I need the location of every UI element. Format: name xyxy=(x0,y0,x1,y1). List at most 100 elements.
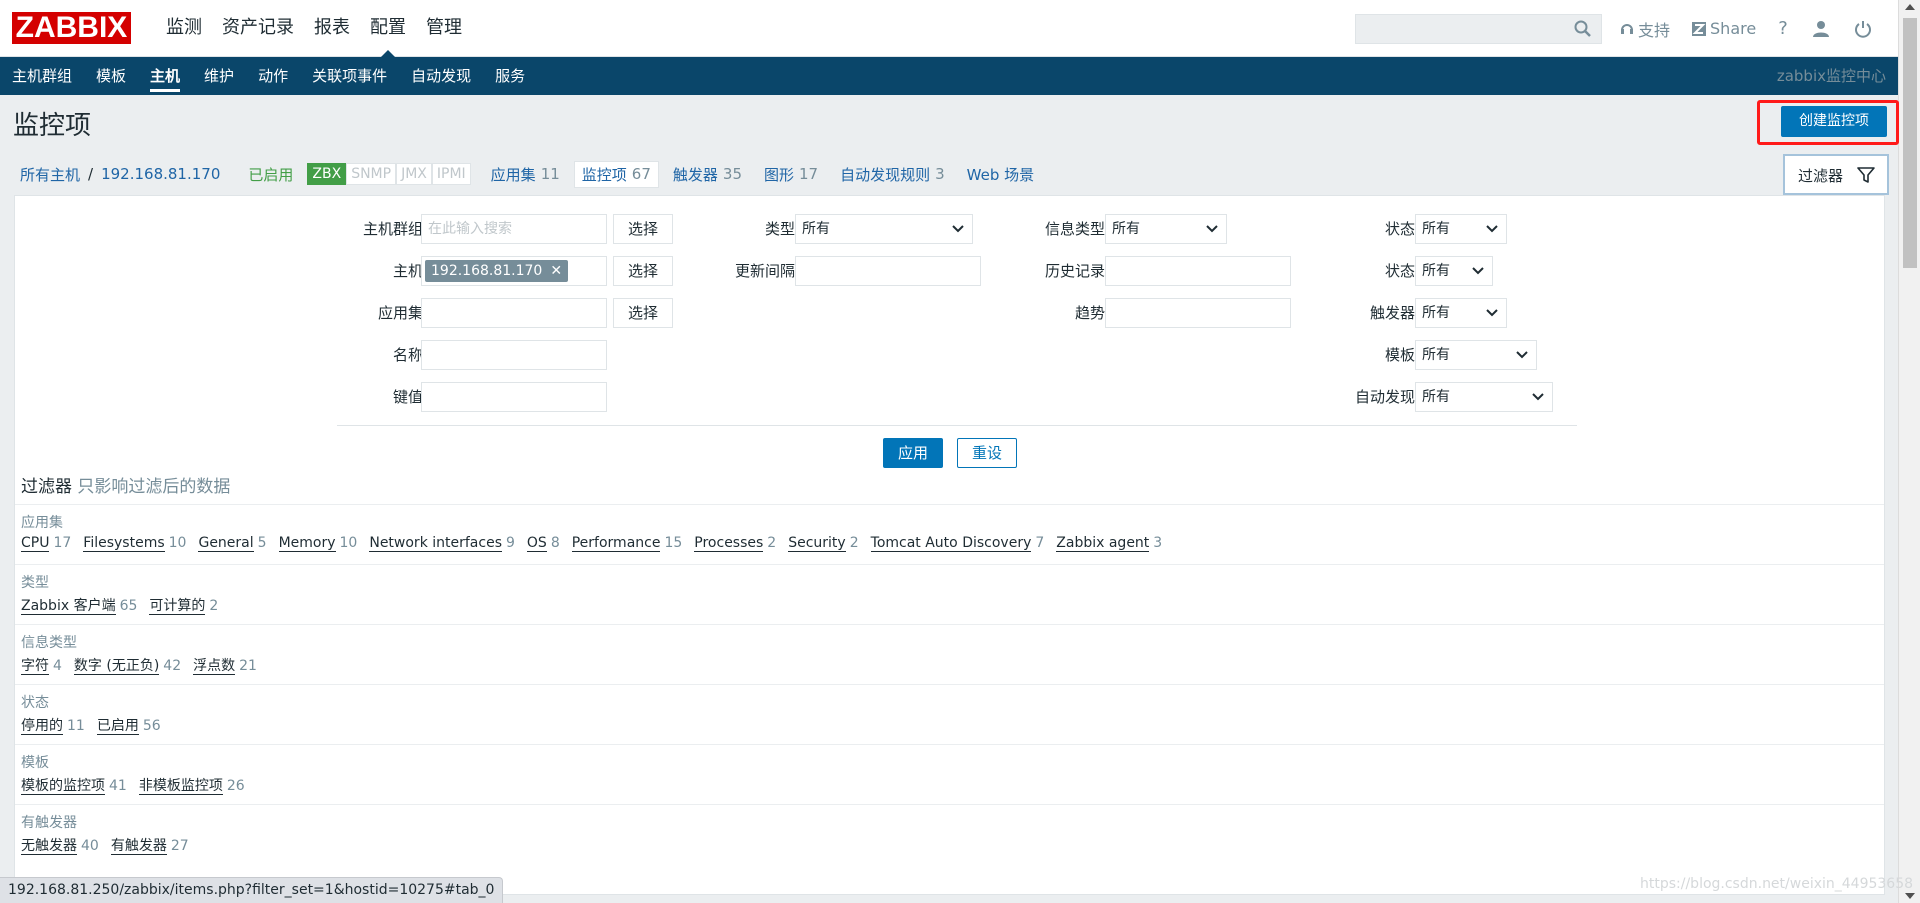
subfilter-item[interactable]: Filesystems 10 xyxy=(83,535,186,552)
status-label: 状态 xyxy=(1384,262,1415,280)
subfilter-title: 过滤器 xyxy=(21,477,72,497)
menu-reports[interactable]: 报表 xyxy=(304,0,360,57)
subfilter-item[interactable]: OS 8 xyxy=(526,535,560,552)
subfilter-item-label: 已启用 xyxy=(96,718,139,735)
scrollbar-thumb[interactable] xyxy=(1903,18,1917,268)
submenu-host-groups[interactable]: 主机群组 xyxy=(0,57,84,95)
headset-icon xyxy=(1621,23,1633,34)
tab-count: 67 xyxy=(631,165,651,183)
subfilter-item-count: 42 xyxy=(163,658,182,674)
triggers-select[interactable]: 所有 xyxy=(1415,298,1507,328)
subfilter-item-label: 字符 xyxy=(21,658,49,675)
subfilter-item[interactable]: Security 2 xyxy=(788,535,859,552)
user-profile-icon[interactable] xyxy=(1812,20,1830,38)
application-select-button[interactable]: 选择 xyxy=(613,298,673,328)
tab-items[interactable]: 监控项 67 xyxy=(573,160,659,188)
share-logo-icon xyxy=(1692,21,1707,36)
share-link[interactable]: Share xyxy=(1692,19,1756,38)
history-input[interactable] xyxy=(1105,256,1291,286)
template-select[interactable]: 所有 xyxy=(1415,340,1537,370)
interval-label: 更新间隔 xyxy=(734,262,795,280)
tab-label: 监控项 xyxy=(581,165,627,184)
scroll-down-icon[interactable] xyxy=(1905,893,1915,899)
subfilter-item[interactable]: 可计算的 2 xyxy=(149,595,218,615)
chevron-down-icon xyxy=(952,225,964,233)
support-link[interactable]: 支持 xyxy=(1620,17,1670,41)
state-select[interactable]: 所有 xyxy=(1415,214,1507,244)
submenu-discovery[interactable]: 自动发现 xyxy=(399,57,483,95)
subfilter-item[interactable]: Network interfaces 9 xyxy=(369,535,515,552)
hostgroup-input[interactable]: 在此输入搜索 xyxy=(421,214,607,244)
submenu-services[interactable]: 服务 xyxy=(483,57,537,95)
global-search-input[interactable] xyxy=(1355,14,1602,44)
subfilter-item-label: Memory xyxy=(278,535,336,552)
reset-button[interactable]: 重设 xyxy=(957,438,1017,468)
subfilter-item[interactable]: 字符 4 xyxy=(21,655,62,675)
tab-graphs[interactable]: 图形 17 xyxy=(764,164,818,185)
key-label: 键值 xyxy=(392,388,423,406)
subfilter-item[interactable]: Processes 2 xyxy=(694,535,777,552)
filter-tab[interactable]: 过滤器 xyxy=(1783,154,1889,195)
subfilter-item[interactable]: Zabbix 客户端 65 xyxy=(21,595,137,615)
interval-input[interactable] xyxy=(795,256,981,286)
application-label: 应用集 xyxy=(377,304,423,322)
host-status-enabled[interactable]: 已启用 xyxy=(248,164,293,185)
infotype-select[interactable]: 所有 xyxy=(1105,214,1227,244)
status-select[interactable]: 所有 xyxy=(1415,256,1493,286)
triggers-label: 触发器 xyxy=(1369,304,1415,322)
breadcrumb-host[interactable]: 192.168.81.170 xyxy=(101,165,220,183)
menu-monitoring[interactable]: 监测 xyxy=(156,0,212,57)
subfilter-item-label: 数字 (无正负) xyxy=(73,658,160,675)
availability-badges: ZBX SNMP JMX IPMI xyxy=(307,163,471,185)
search-icon[interactable] xyxy=(1573,19,1593,39)
subfilter-item[interactable]: 模板的监控项 41 xyxy=(21,775,127,795)
zabbix-logo[interactable]: ZABBIX xyxy=(12,12,131,44)
submenu-templates[interactable]: 模板 xyxy=(84,57,138,95)
subfilter-item[interactable]: 有触发器 27 xyxy=(110,835,189,855)
host-input[interactable]: 192.168.81.170 ✕ xyxy=(421,256,607,286)
menu-inventory[interactable]: 资产记录 xyxy=(212,0,304,57)
remove-chip-icon[interactable]: ✕ xyxy=(550,260,562,282)
discovery-select[interactable]: 所有 xyxy=(1415,382,1553,412)
signout-power-icon[interactable] xyxy=(1854,20,1872,38)
name-input[interactable] xyxy=(421,340,607,370)
menu-administration[interactable]: 管理 xyxy=(416,0,472,57)
subfilter-item[interactable]: 非模板监控项 26 xyxy=(138,775,245,795)
subfilter-item-label: CPU xyxy=(21,535,50,552)
subfilter-item[interactable]: 无触发器 40 xyxy=(21,835,99,855)
subfilter-item[interactable]: Zabbix agent 3 xyxy=(1056,535,1162,552)
menu-configuration[interactable]: 配置 xyxy=(360,0,416,57)
subfilter-item[interactable]: 停用的 11 xyxy=(21,715,85,735)
history-label: 历史记录 xyxy=(1044,262,1105,280)
subfilter-section-title: 模板 xyxy=(21,755,49,771)
subfilter-section-types: 类型 Zabbix 客户端 65 可计算的 2 xyxy=(15,564,1884,624)
subfilter-item[interactable]: General 5 xyxy=(198,535,267,552)
subfilter-items: 模板的监控项 41 非模板监控项 26 xyxy=(21,775,257,795)
tab-web-scenarios[interactable]: Web 场景 xyxy=(967,164,1034,185)
key-input[interactable] xyxy=(421,382,607,412)
subfilter-item[interactable]: Tomcat Auto Discovery 7 xyxy=(870,535,1044,552)
subfilter-item-count: 2 xyxy=(767,535,777,551)
create-item-button[interactable]: 创建监控项 xyxy=(1781,106,1887,137)
subfilter-item[interactable]: Memory 10 xyxy=(278,535,357,552)
subfilter-item[interactable]: CPU 17 xyxy=(21,535,71,552)
tab-triggers[interactable]: 触发器 35 xyxy=(673,164,742,185)
trends-input[interactable] xyxy=(1105,298,1291,328)
subfilter-item[interactable]: 数字 (无正负) 42 xyxy=(73,655,182,675)
subfilter-item[interactable]: 已启用 56 xyxy=(96,715,161,735)
application-input[interactable] xyxy=(421,298,607,328)
tab-applications[interactable]: 应用集 11 xyxy=(491,164,560,185)
submenu-hosts[interactable]: 主机 xyxy=(138,57,192,95)
breadcrumb-all-hosts[interactable]: 所有主机 xyxy=(20,164,80,185)
tab-discovery-rules[interactable]: 自动发现规则 3 xyxy=(840,164,945,185)
scroll-up-icon[interactable] xyxy=(1905,4,1915,10)
type-select[interactable]: 所有 xyxy=(795,214,973,244)
submenu-event-correlation[interactable]: 关联项事件 xyxy=(300,57,399,95)
help-icon[interactable]: ? xyxy=(1778,18,1788,39)
submenu-actions[interactable]: 动作 xyxy=(246,57,300,95)
apply-button[interactable]: 应用 xyxy=(883,438,943,468)
subfilter-item[interactable]: 浮点数 21 xyxy=(193,655,257,675)
page-scrollbar[interactable] xyxy=(1898,0,1920,903)
subfilter-item[interactable]: Performance 15 xyxy=(571,535,682,552)
submenu-maintenance[interactable]: 维护 xyxy=(192,57,246,95)
